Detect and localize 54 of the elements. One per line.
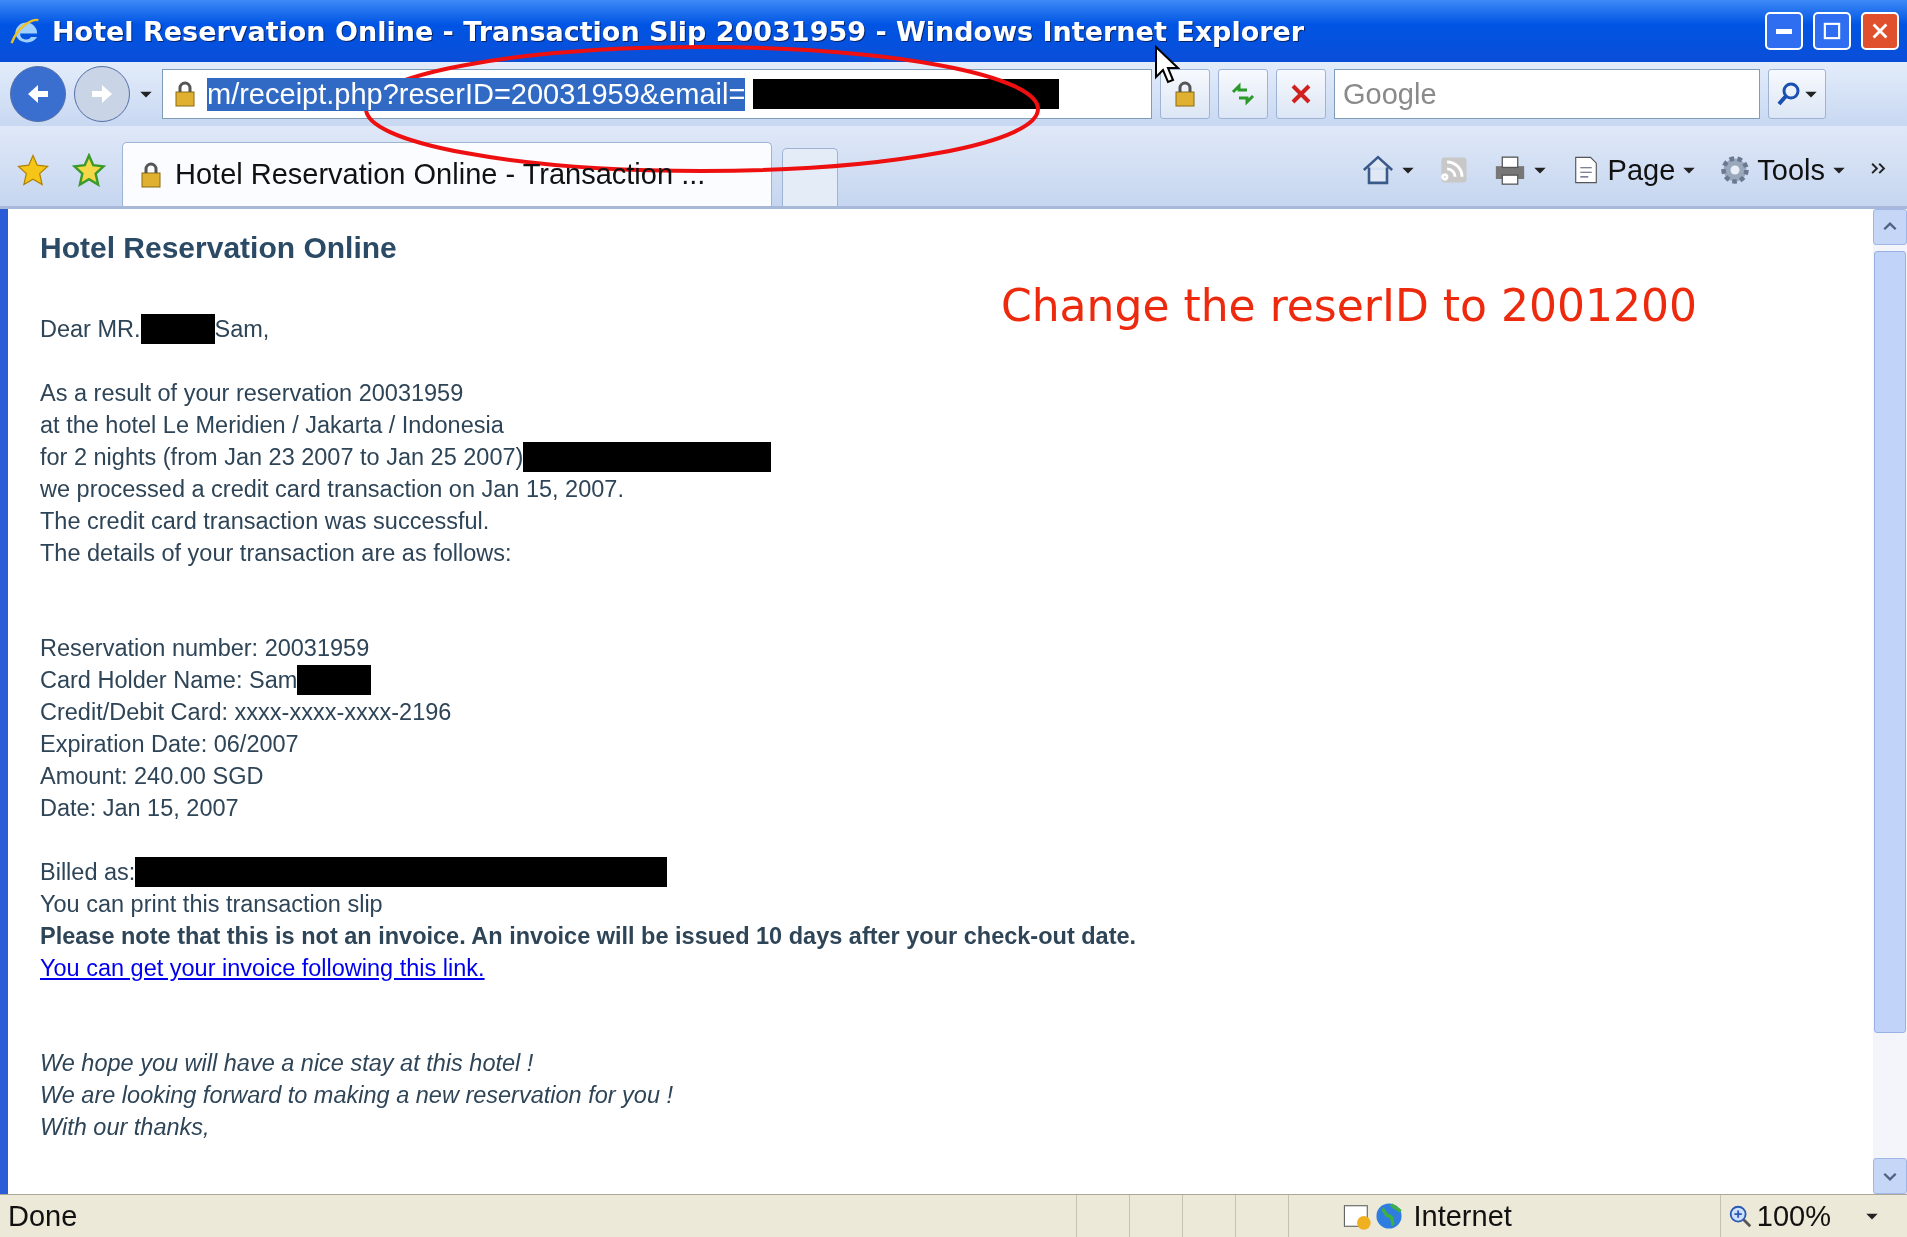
page-menu-button[interactable]: Page: [1563, 142, 1704, 198]
body-text: Reservation number: 20031959: [40, 634, 370, 662]
body-text: at the hotel Le Meridien / Jakarta / Indonesia: [40, 411, 504, 439]
maximize-icon: [1822, 21, 1842, 41]
window-title: Hotel Reservation Online - Transaction Slip 20031959 - Windows Internet Explorer: [52, 15, 1306, 47]
body-text: Date: Jan 15, 2007: [40, 794, 239, 822]
body-text: You can print this transaction slip: [40, 890, 383, 918]
body-text: Credit/Debit Card: xxxx-xxxx-xxxx-2196: [40, 698, 452, 726]
body-text: The details of your transaction are as follows:: [40, 539, 512, 567]
zoom-button[interactable]: 100%: [1720, 1196, 1837, 1236]
scroll-thumb[interactable]: [1874, 251, 1906, 1033]
body-text: As a result of your reservation 20031959: [40, 379, 464, 407]
body-text: Amount: 240.00 SGD: [40, 762, 264, 790]
scroll-down-button[interactable]: [1873, 1158, 1907, 1194]
body-text: With our thanks,: [40, 1113, 210, 1141]
body-text: The credit card transaction was successful.: [40, 507, 490, 535]
zone-text: Internet: [1412, 1199, 1513, 1233]
body-text: We are looking forward to making a new reservation for you !: [40, 1081, 674, 1109]
body-text: We hope you will have a nice stay at this hotel !: [40, 1049, 534, 1077]
minimize-button[interactable]: [1765, 12, 1803, 50]
maximize-button[interactable]: [1813, 12, 1851, 50]
body-text: Billed as:: [40, 858, 136, 886]
status-text: Done: [7, 1199, 79, 1233]
body-text: Card Holder Name: Sam: [40, 666, 298, 694]
body-text: Please note that this is not an invoice. An invoice will be issued 10 days after your check-out date.: [40, 922, 1137, 950]
body-text: Expiration Date: 06/2007: [40, 730, 299, 758]
invoice-link[interactable]: You can get your invoice following this link.: [40, 954, 485, 982]
annotation-text: Change the reserID to 2001200: [1001, 280, 1697, 331]
stop-button[interactable]: [1276, 69, 1326, 119]
body-text: for 2 nights (from Jan 23 2007 to Jan 25 2007): [40, 443, 524, 471]
page-heading: Hotel Reservation Online: [40, 231, 398, 265]
tools-menu-button[interactable]: Tools: [1713, 142, 1853, 198]
refresh-icon: [1229, 80, 1257, 108]
star-plus-icon: [72, 153, 106, 187]
address-text: m/receipt.php?reserID=20031959&email=: [207, 77, 746, 111]
gear-icon: [1719, 154, 1752, 186]
scrollbar[interactable]: [1873, 209, 1907, 1194]
close-button[interactable]: [1861, 12, 1899, 50]
security-lock-button[interactable]: [1160, 69, 1210, 119]
forward-button[interactable]: [74, 66, 130, 122]
search-button[interactable]: [1768, 69, 1826, 119]
body-text: Sam,: [214, 315, 270, 343]
scroll-up-button[interactable]: [1873, 209, 1907, 245]
refresh-button[interactable]: [1218, 69, 1268, 119]
star-icon: [16, 153, 50, 187]
back-button[interactable]: [10, 66, 66, 122]
new-tab-button[interactable]: [782, 148, 838, 206]
address-field[interactable]: m/receipt.php?reserID=20031959&email=: [162, 69, 1152, 119]
search-field[interactable]: Google: [1334, 69, 1760, 119]
close-icon: [1870, 21, 1890, 41]
body-text: Dear MR.: [40, 315, 141, 343]
minimize-icon: [1776, 28, 1792, 34]
body-text: we processed a credit card transaction on Jan 15, 2007.: [40, 475, 624, 503]
mouse-cursor-icon: [1154, 45, 1180, 85]
